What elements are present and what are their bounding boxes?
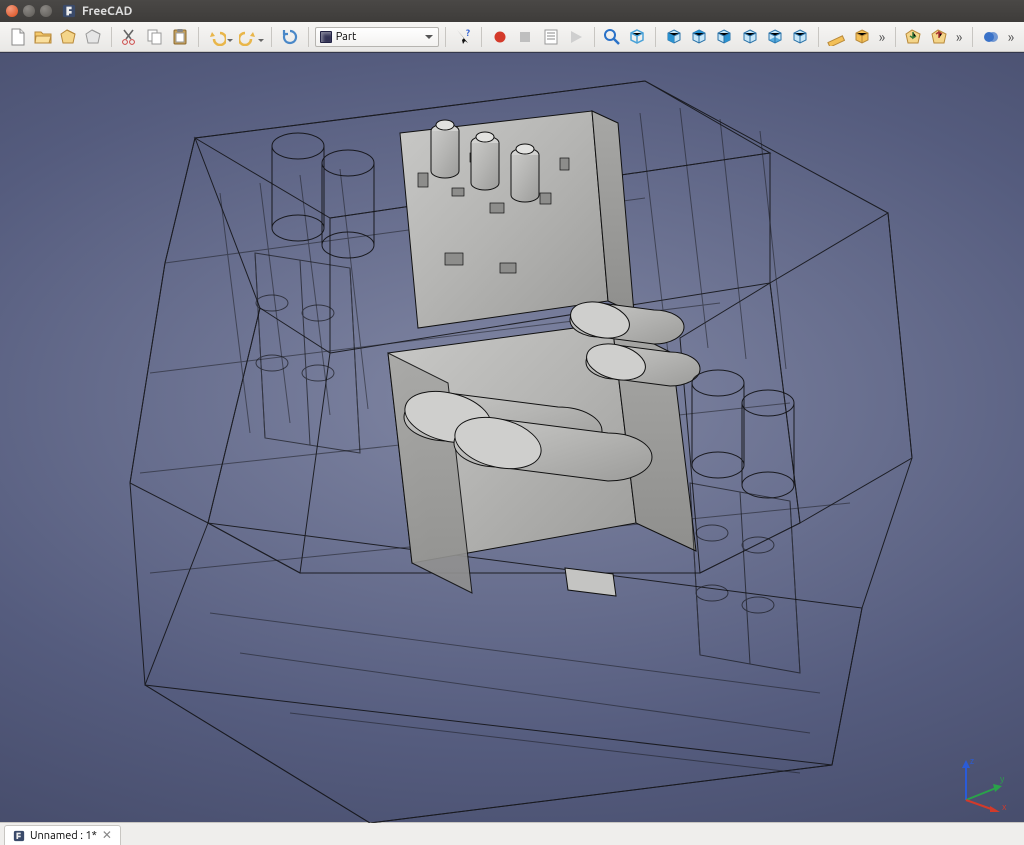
svg-text:z: z xyxy=(970,756,974,766)
whats-this-icon: ? xyxy=(455,28,473,46)
view-right-button[interactable] xyxy=(713,25,736,49)
svg-text:y: y xyxy=(1000,774,1005,784)
measure-icon xyxy=(827,28,845,46)
redo-button[interactable] xyxy=(236,25,265,49)
box-button[interactable] xyxy=(850,25,873,49)
cut-button[interactable] xyxy=(118,25,141,49)
toolbar-separator xyxy=(198,27,199,47)
svg-text:x: x xyxy=(1002,802,1007,812)
undo-icon xyxy=(208,28,226,46)
document-icon xyxy=(13,830,25,842)
part-import-button[interactable] xyxy=(927,25,950,49)
axis-gizmo: z y x xyxy=(954,752,1014,812)
paste-icon xyxy=(171,28,189,46)
view-left-icon xyxy=(791,28,809,46)
view-rear-icon xyxy=(741,28,759,46)
import-icon xyxy=(930,28,948,46)
undo-button[interactable] xyxy=(205,25,234,49)
workbench-label: Part xyxy=(336,31,357,43)
toolbar-separator xyxy=(481,27,482,47)
view-front-icon xyxy=(665,28,683,46)
box-icon xyxy=(853,28,871,46)
copy-button[interactable] xyxy=(143,25,166,49)
toolbar-separator xyxy=(972,27,973,47)
app-icon xyxy=(62,4,76,18)
paste-button[interactable] xyxy=(169,25,192,49)
window-titlebar: FreeCAD xyxy=(0,0,1024,22)
whats-this-button[interactable]: ? xyxy=(452,25,475,49)
macro-list-button[interactable] xyxy=(539,25,562,49)
document-tab-label: Unnamed : 1* xyxy=(30,830,97,842)
copy-icon xyxy=(146,28,164,46)
stop-macro-button[interactable] xyxy=(514,25,537,49)
svg-text:?: ? xyxy=(466,28,470,38)
zoom-fit-icon xyxy=(603,28,621,46)
record-macro-icon xyxy=(491,28,509,46)
document-tab[interactable]: Unnamed : 1* ✕ xyxy=(4,825,121,845)
zoom-fit-button[interactable] xyxy=(601,25,624,49)
open-file-button[interactable] xyxy=(31,25,54,49)
view-bottom-button[interactable] xyxy=(763,25,786,49)
view-axo-button[interactable] xyxy=(626,25,649,49)
toolbar-separator xyxy=(895,27,896,47)
view-bottom-icon xyxy=(766,28,784,46)
window-controls xyxy=(6,5,52,17)
window-minimize-button[interactable] xyxy=(23,5,35,17)
toolbar-overflow[interactable]: » xyxy=(952,29,966,45)
toolbar-separator xyxy=(271,27,272,47)
toolbar-separator xyxy=(308,27,309,47)
measure-button[interactable] xyxy=(825,25,848,49)
view-top-button[interactable] xyxy=(687,25,710,49)
run-macro-icon xyxy=(567,28,585,46)
view-left-button[interactable] xyxy=(788,25,811,49)
stop-macro-icon xyxy=(516,28,534,46)
part-export-button[interactable] xyxy=(902,25,925,49)
macro-list-icon xyxy=(542,28,560,46)
window-title: FreeCAD xyxy=(82,5,132,18)
record-macro-button[interactable] xyxy=(488,25,511,49)
close-tab-button[interactable]: ✕ xyxy=(102,830,112,842)
new-file-button[interactable] xyxy=(6,25,29,49)
toolbar-separator xyxy=(594,27,595,47)
view-top-icon xyxy=(690,28,708,46)
view-right-icon xyxy=(715,28,733,46)
3d-viewport[interactable]: z y x xyxy=(0,52,1024,822)
view-rear-button[interactable] xyxy=(738,25,761,49)
cut-icon xyxy=(121,28,139,46)
run-macro-button[interactable] xyxy=(564,25,587,49)
window-maximize-button[interactable] xyxy=(40,5,52,17)
export-icon xyxy=(904,28,922,46)
main-toolbar: Part ? » » » xyxy=(0,22,1024,52)
new-file-icon xyxy=(9,28,27,46)
toolbar-separator xyxy=(111,27,112,47)
boolean-button[interactable] xyxy=(979,25,1002,49)
toolbar-separator xyxy=(445,27,446,47)
save-icon xyxy=(59,28,77,46)
save-as-button[interactable] xyxy=(82,25,105,49)
view-front-button[interactable] xyxy=(662,25,685,49)
toolbar-separator xyxy=(818,27,819,47)
save-button[interactable] xyxy=(57,25,80,49)
workbench-icon xyxy=(320,31,332,43)
document-tabbar: Unnamed : 1* ✕ xyxy=(0,822,1024,845)
refresh-button[interactable] xyxy=(278,25,301,49)
open-file-icon xyxy=(34,28,52,46)
refresh-icon xyxy=(281,28,299,46)
save-as-icon xyxy=(84,28,102,46)
window-close-button[interactable] xyxy=(6,5,18,17)
toolbar-separator xyxy=(655,27,656,47)
toolbar-overflow[interactable]: » xyxy=(1004,29,1018,45)
model-render xyxy=(0,53,1024,823)
workbench-selector[interactable]: Part xyxy=(315,27,440,47)
view-axo-icon xyxy=(628,28,646,46)
boolean-icon xyxy=(982,28,1000,46)
redo-icon xyxy=(239,28,257,46)
toolbar-overflow[interactable]: » xyxy=(875,29,889,45)
